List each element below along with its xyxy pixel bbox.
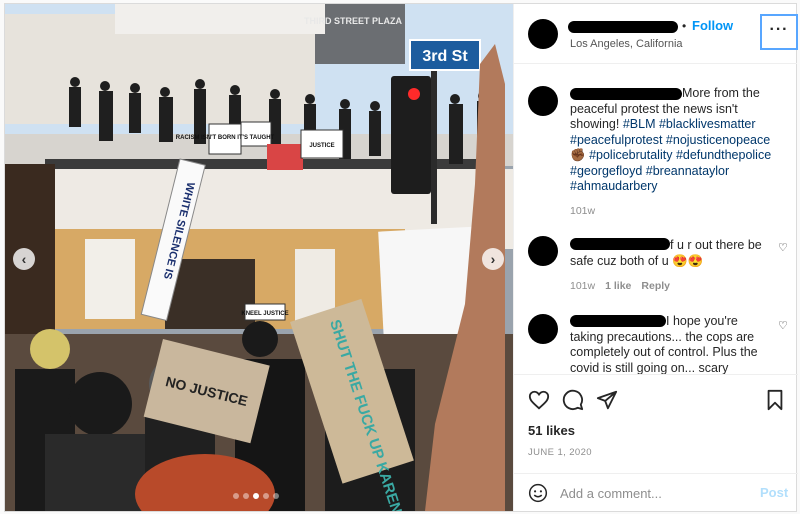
rooftop-sign-racism: RACISM ISN'T BORN IT'S TAUGHT xyxy=(176,135,275,141)
next-photo-button[interactable]: › xyxy=(482,248,504,270)
heart-icon[interactable] xyxy=(528,389,550,411)
post-actions: 51 likes JUNE 1, 2020 Post xyxy=(514,374,798,510)
reply-button[interactable]: Reply xyxy=(641,280,670,292)
protest-photo: 3rd St THIRD STREET PLAZA RACISM ISN'T B… xyxy=(5,4,513,511)
add-comment-bar: Post xyxy=(514,473,798,511)
hashtag[interactable]: #peacefulprotest xyxy=(570,133,662,147)
emoji-icon[interactable] xyxy=(528,483,548,503)
post-date[interactable]: JUNE 1, 2020 xyxy=(528,447,592,458)
hashtag[interactable]: #breannataylor xyxy=(646,164,729,178)
raised-fist-emoji: ✊🏾 xyxy=(570,148,586,162)
hashtag[interactable]: #policebrutality xyxy=(589,148,672,162)
comment-text: I hope you're taking precautions... the … xyxy=(570,314,758,374)
carousel-dot xyxy=(263,493,269,499)
post-comment-button[interactable]: Post xyxy=(760,485,788,500)
caption-age[interactable]: 101w xyxy=(570,205,595,217)
carousel-dot xyxy=(273,493,279,499)
follow-button[interactable]: Follow xyxy=(692,18,733,33)
author-avatar[interactable] xyxy=(528,19,558,49)
post-location[interactable]: Los Angeles, California xyxy=(570,38,683,50)
comment-text: f u r out there be safe cuz both of u 😍😍 xyxy=(570,238,762,268)
like-comment-heart-icon[interactable]: ♡ xyxy=(778,241,788,254)
carousel-dot xyxy=(233,493,239,499)
rooftop-sign-justice: JUSTICE xyxy=(309,143,334,149)
prev-photo-button[interactable]: ‹ xyxy=(13,248,35,270)
comment-icon[interactable] xyxy=(562,389,584,411)
author-avatar[interactable] xyxy=(528,86,558,116)
separator-dot: • xyxy=(682,19,687,33)
hashtag[interactable]: #defundthepolice xyxy=(676,148,771,162)
hashtag[interactable]: #nojusticenopeace xyxy=(666,133,770,147)
more-options-button[interactable]: ··· xyxy=(760,14,798,50)
carousel-dot xyxy=(243,493,249,499)
post-photo[interactable]: 3rd St THIRD STREET PLAZA RACISM ISN'T B… xyxy=(5,4,513,511)
redacted-username[interactable] xyxy=(568,21,678,33)
hashtag[interactable]: #georgefloyd xyxy=(570,164,642,178)
sign-kneel: KNEEL JUSTICE xyxy=(241,311,288,317)
comment-input[interactable] xyxy=(560,482,740,504)
carousel-indicator xyxy=(233,493,279,499)
street-sign-text: 3rd St xyxy=(422,48,468,65)
comment-age[interactable]: 101w xyxy=(570,280,595,292)
comments-list[interactable]: More from the peaceful protest the news … xyxy=(514,64,798,374)
building-sign-text: THIRD STREET PLAZA xyxy=(304,16,402,26)
caption-text: More from the peaceful protest the news … xyxy=(570,86,785,195)
commenter-avatar[interactable] xyxy=(528,314,558,344)
post-header: • Follow Los Angeles, California ··· xyxy=(514,4,798,64)
like-count[interactable]: 51 likes xyxy=(528,423,575,438)
hashtag[interactable]: #blacklivesmatter xyxy=(659,117,756,131)
bookmark-icon[interactable] xyxy=(764,389,786,411)
comment-meta: 101w 1 like Reply xyxy=(570,280,670,292)
hashtag[interactable]: #ahmaudarbery xyxy=(570,179,658,193)
like-comment-heart-icon[interactable]: ♡ xyxy=(778,319,788,332)
commenter-avatar[interactable] xyxy=(528,236,558,266)
carousel-dot-active xyxy=(253,493,259,499)
hashtag[interactable]: #BLM xyxy=(623,117,656,131)
post-frame: 3rd St THIRD STREET PLAZA RACISM ISN'T B… xyxy=(4,3,798,512)
share-icon[interactable] xyxy=(596,389,618,411)
post-side-panel: • Follow Los Angeles, California ··· Mor… xyxy=(513,4,798,511)
comment-likes[interactable]: 1 like xyxy=(605,280,631,292)
